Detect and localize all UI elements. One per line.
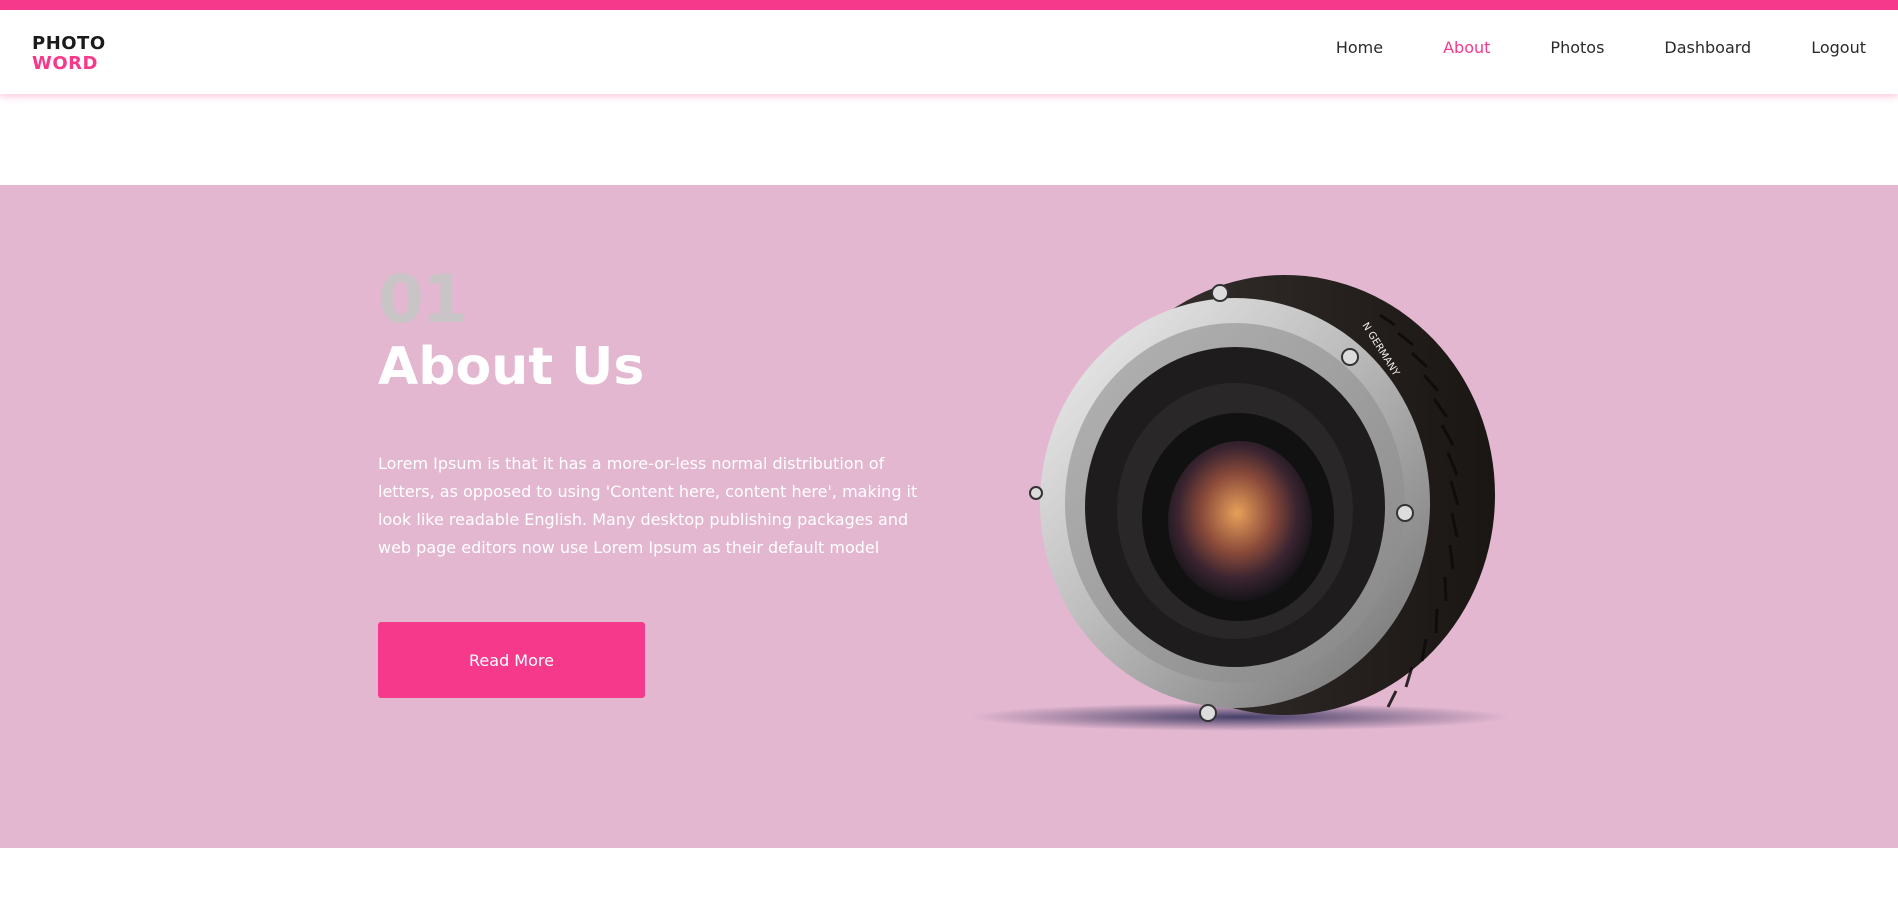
- nav-photos[interactable]: Photos: [1550, 38, 1604, 57]
- about-description: Lorem Ipsum is that it has a more-or-les…: [378, 454, 918, 557]
- main-nav: Home About Photos Dashboard Logout: [1336, 38, 1866, 57]
- logo-line-word: WORD: [32, 53, 98, 74]
- about-section: 01 About Us Lorem Ipsum is that it has a…: [0, 185, 1898, 848]
- logo-line-photo: PHOTO: [32, 33, 106, 54]
- logo[interactable]: PHOTO WORD: [32, 34, 106, 74]
- camera-lens-image: N GERMANY: [970, 275, 1510, 731]
- nav-home[interactable]: Home: [1336, 38, 1383, 57]
- top-accent-bar: [0, 0, 1898, 10]
- nav-about[interactable]: About: [1443, 38, 1490, 57]
- nav-dashboard[interactable]: Dashboard: [1664, 38, 1751, 57]
- section-title: About Us: [378, 337, 645, 397]
- nav-logout[interactable]: Logout: [1811, 38, 1866, 57]
- site-header: PHOTO WORD Home About Photos Dashboard L…: [0, 10, 1898, 94]
- section-number: 01: [378, 261, 468, 338]
- read-more-button[interactable]: Read More: [378, 622, 645, 698]
